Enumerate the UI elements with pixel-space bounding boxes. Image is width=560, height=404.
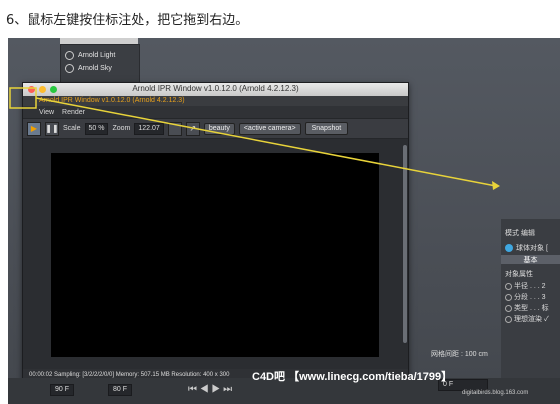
annotation-overlay [9,87,500,190]
highlight-box [9,87,37,109]
watermark-text: 【www.linecg.com/tieba/1799】 [288,371,453,383]
credit-text: digitalbirds.blog.163.com [462,390,529,396]
watermark: C4D吧 【www.linecg.com/tieba/1799】 [252,368,452,384]
c4d-screenshot: Arnold Light Arnold Sky 网格间距 : 100 cm 模式… [8,38,560,404]
arrow-head-icon [492,181,500,190]
watermark-brand: C4D吧 [252,371,286,383]
instruction-caption: 6、鼠标左键按住标注处，把它拖到右边。 [6,13,249,28]
drag-arrow [35,97,497,187]
